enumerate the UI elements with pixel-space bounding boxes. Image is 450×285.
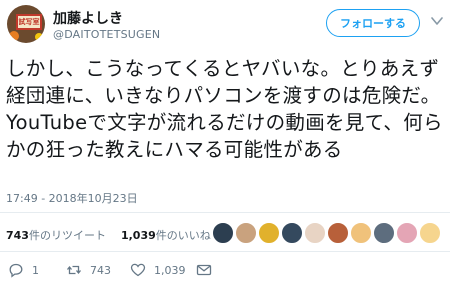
liker-avatar[interactable] (235, 222, 257, 244)
liker-avatar[interactable] (327, 222, 349, 244)
avatar-lamp-2 (35, 33, 43, 41)
reply-icon (9, 263, 23, 278)
liker-avatar[interactable] (396, 222, 418, 244)
divider-top (0, 212, 450, 213)
user-handle[interactable]: @DAITOTETSUGEN (53, 28, 160, 41)
like-count: 1,039 (154, 263, 186, 277)
liker-avatar[interactable] (212, 222, 234, 244)
retweet-icon (66, 265, 82, 275)
liker-avatar[interactable] (419, 222, 441, 244)
liker-avatar[interactable] (258, 222, 280, 244)
tweet-actions: 1 743 1,039 (0, 259, 450, 281)
follow-button[interactable]: フォローする (326, 9, 420, 37)
retweet-stat-count[interactable]: 743 (6, 229, 29, 242)
reply-count: 1 (32, 263, 39, 277)
tweet-header: 試写室 加藤よしき @DAITOTETSUGEN フォローする (0, 0, 450, 50)
retweet-count: 743 (90, 263, 111, 277)
like-stat-count[interactable]: 1,039 (121, 229, 156, 242)
chevron-down-icon[interactable] (431, 16, 443, 26)
display-name[interactable]: 加藤よしき (53, 8, 123, 28)
divider-bottom (0, 251, 450, 252)
retweet-stat-label[interactable]: 件のリツイート (29, 229, 106, 242)
like-stat-label[interactable]: 件のいいね (156, 229, 211, 242)
tweet-text: しかし、こうなってくるとヤバいな。とりあえず経団連に、いきなりパソコンを渡すのは… (6, 57, 443, 161)
reply-button[interactable]: 1 (8, 259, 39, 281)
retweet-button[interactable]: 743 (66, 259, 111, 281)
liker-avatar[interactable] (350, 222, 372, 244)
mail-icon (196, 264, 212, 276)
avatar[interactable]: 試写室 (7, 5, 45, 43)
like-button[interactable]: 1,039 (130, 259, 186, 281)
avatar-lamp (9, 31, 19, 41)
direct-message-button[interactable] (196, 259, 220, 281)
liker-avatar[interactable] (281, 222, 303, 244)
tweet-timestamp[interactable]: 17:49 - 2018年10月23日 (6, 190, 138, 206)
liker-avatar[interactable] (304, 222, 326, 244)
tweet-stats: 743件のリツイート 1,039件のいいね (6, 227, 211, 243)
liker-avatar[interactable] (373, 222, 395, 244)
heart-icon (130, 263, 146, 277)
avatar-sign: 試写室 (16, 14, 42, 30)
